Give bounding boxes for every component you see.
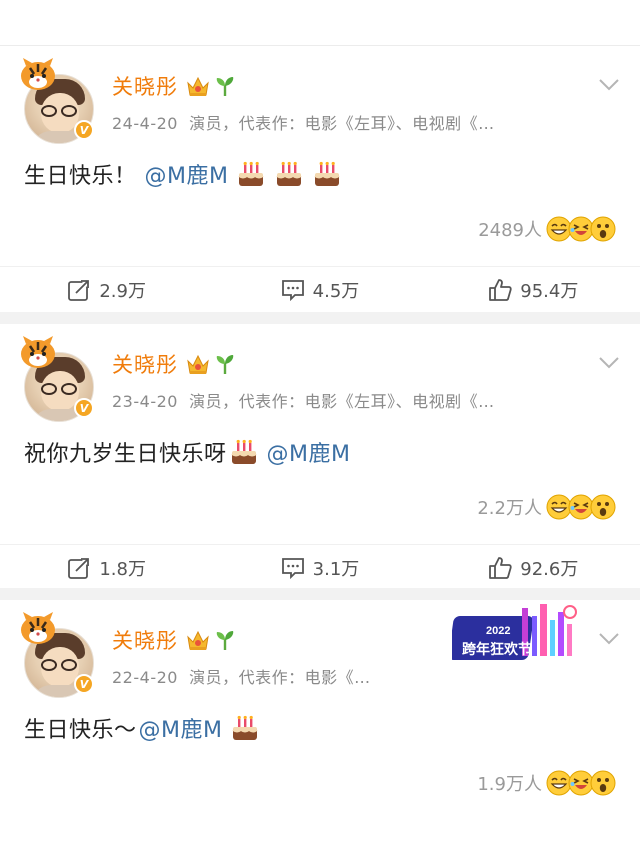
post-content: 生日快乐！ @M鹿M — [24, 158, 342, 190]
like-icon — [488, 278, 512, 302]
cake-emoji-icon — [236, 159, 266, 189]
wow-emoji-icon — [590, 770, 616, 796]
sprout-icon[interactable] — [214, 353, 236, 375]
tiger-icon — [18, 612, 58, 646]
username[interactable]: 关晓彤 — [112, 625, 178, 655]
comment-icon — [281, 278, 305, 302]
post-content: 祝你九岁生日快乐呀 @M鹿M — [24, 436, 350, 468]
chevron-down-icon[interactable] — [598, 78, 620, 92]
event-badge[interactable]: 2022 跨年狂欢节 — [452, 602, 586, 668]
comment-count: 4.5万 — [312, 280, 360, 302]
mention-link[interactable]: @M鹿M — [267, 436, 351, 468]
verified-v-icon: V — [74, 674, 94, 694]
verified-v-icon: V — [74, 398, 94, 418]
wow-emoji-icon — [590, 216, 616, 242]
repost-icon — [67, 556, 91, 580]
top-spacer — [0, 0, 640, 46]
event-badge-year: 2022 — [486, 625, 510, 637]
like-icon — [488, 556, 512, 580]
cake-emoji-icon — [274, 159, 304, 189]
username[interactable]: 关晓彤 — [112, 349, 178, 379]
username-row: 关晓彤 — [112, 68, 236, 104]
tiger-icon — [18, 336, 58, 370]
post-text: 生日快乐～ — [24, 718, 137, 743]
action-bar: 2.9万 4.5万 95.4万 — [0, 266, 640, 312]
username-row: 关晓彤 — [112, 346, 236, 382]
comment-icon — [281, 556, 305, 580]
comment-count: 3.1万 — [312, 558, 360, 580]
event-badge-title: 跨年狂欢节 — [462, 641, 532, 658]
chevron-down-icon[interactable] — [598, 632, 620, 646]
post-meta: 22-4-20 演员，代表作：电影《… — [112, 664, 371, 688]
post-content: 生日快乐～ @M鹿M — [24, 712, 260, 744]
like-button[interactable]: 92.6万 — [427, 545, 640, 590]
sprout-icon[interactable] — [214, 629, 236, 651]
like-count: 92.6万 — [520, 558, 579, 580]
avatar[interactable]: V — [18, 58, 98, 144]
crown-icon[interactable] — [186, 75, 210, 97]
wow-emoji-icon — [590, 494, 616, 520]
comment-button[interactable]: 3.1万 — [213, 545, 426, 590]
weibo-post[interactable]: V 关晓彤 24-4-20 演员，代表作：电影《左耳》、电视剧《… 生日快乐！ … — [0, 46, 640, 312]
post-divider — [0, 312, 640, 324]
reaction-summary[interactable]: 1.9万人 — [477, 770, 616, 796]
post-meta: 23-4-20 演员，代表作：电影《左耳》、电视剧《… — [112, 388, 495, 412]
verified-v-icon: V — [74, 120, 94, 140]
cake-emoji-icon — [229, 437, 259, 467]
mention-link[interactable]: @M鹿M — [139, 712, 223, 744]
comment-button[interactable]: 4.5万 — [213, 267, 426, 312]
action-bar: 1.8万 3.1万 92.6万 — [0, 544, 640, 590]
repost-button[interactable]: 2.9万 — [0, 267, 213, 312]
like-count: 95.4万 — [520, 280, 579, 302]
weibo-post[interactable]: V 关晓彤 23-4-20 演员，代表作：电影《左耳》、电视剧《… 祝你九岁生日… — [0, 324, 640, 588]
weibo-post[interactable]: V 关晓彤 22-4-20 演员，代表作：电影《… 2022 跨年狂欢节 生日快… — [0, 600, 640, 853]
tiger-icon — [18, 58, 58, 92]
repost-count: 2.9万 — [99, 280, 146, 302]
sprout-icon[interactable] — [214, 75, 236, 97]
post-text: 生日快乐！ — [24, 164, 137, 189]
cake-emoji-icon — [230, 713, 260, 743]
reaction-count: 2.2万人 — [477, 498, 542, 519]
repost-button[interactable]: 1.8万 — [0, 545, 213, 590]
mention-link[interactable]: @M鹿M — [145, 158, 229, 190]
reaction-count: 1.9万人 — [477, 774, 542, 795]
crown-icon[interactable] — [186, 353, 210, 375]
reaction-count: 2489人 — [478, 220, 542, 241]
post-text: 祝你九岁生日快乐呀 — [24, 442, 227, 467]
post-date: 24-4-20 — [112, 114, 178, 133]
post-date: 23-4-20 — [112, 392, 178, 411]
reaction-summary[interactable]: 2489人 — [478, 216, 616, 242]
like-button[interactable]: 95.4万 — [427, 267, 640, 312]
reaction-summary[interactable]: 2.2万人 — [477, 494, 616, 520]
avatar[interactable]: V — [18, 612, 98, 698]
avatar[interactable]: V — [18, 336, 98, 422]
repost-count: 1.8万 — [99, 558, 146, 580]
username[interactable]: 关晓彤 — [112, 71, 178, 101]
chevron-down-icon[interactable] — [598, 356, 620, 370]
post-meta: 24-4-20 演员，代表作：电影《左耳》、电视剧《… — [112, 110, 495, 134]
crown-icon[interactable] — [186, 629, 210, 651]
post-date: 22-4-20 — [112, 668, 178, 687]
cake-emoji-icon — [312, 159, 342, 189]
username-row: 关晓彤 — [112, 622, 236, 658]
repost-icon — [67, 278, 91, 302]
user-bio: 演员，代表作：电影《… — [189, 668, 371, 687]
user-bio: 演员，代表作：电影《左耳》、电视剧《… — [189, 114, 495, 133]
user-bio: 演员，代表作：电影《左耳》、电视剧《… — [189, 392, 495, 411]
